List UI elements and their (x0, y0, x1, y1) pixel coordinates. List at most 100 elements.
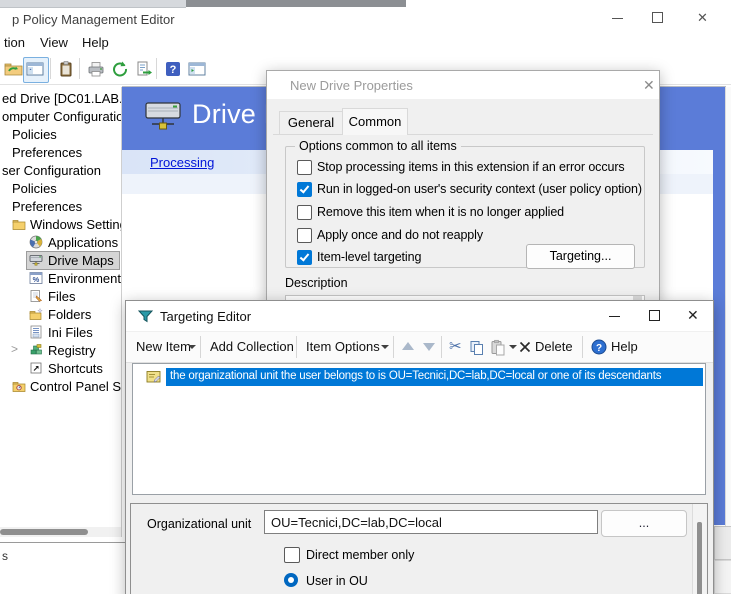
detail-panel-scrollbar[interactable] (692, 504, 706, 594)
menu-action[interactable]: tion (4, 35, 25, 50)
expand-chevron-icon[interactable]: > (11, 342, 18, 356)
detail-panel-scroll-thumb[interactable] (697, 522, 702, 594)
tree-item-computer-configuration[interactable]: omputer Configuration (0, 108, 121, 125)
targeting-maximize-button[interactable] (649, 310, 660, 321)
selected-targeting-item[interactable]: the organizational unit the user belongs… (166, 368, 703, 386)
targeting-items-list[interactable]: the organizational unit the user belongs… (132, 363, 706, 495)
background-window-edge-dark (186, 0, 406, 7)
label-remove-item: Remove this item when it is no longer ap… (317, 205, 564, 219)
tree-item-folders[interactable]: Folders (0, 306, 121, 323)
copy-icon[interactable] (469, 340, 485, 356)
new-window-icon[interactable] (187, 59, 207, 79)
delete-button[interactable]: Delete (535, 339, 573, 354)
refresh-icon[interactable] (110, 59, 130, 79)
direct-member-checkbox[interactable] (284, 547, 300, 563)
banner-right-stripe (713, 150, 725, 525)
help-icon[interactable]: ? (163, 59, 183, 79)
tree-item-registry[interactable]: > Registry (0, 342, 121, 359)
background-scroll-fragment (714, 526, 731, 560)
menu-view[interactable]: View (40, 35, 68, 50)
label-item-level-targeting: Item-level targeting (317, 250, 421, 264)
tree-item-environment[interactable]: % Environment (0, 270, 121, 287)
tree-hscrollbar[interactable] (0, 527, 121, 537)
minimize-button[interactable] (612, 18, 623, 19)
checkbox-remove-item[interactable] (297, 205, 312, 220)
cut-icon[interactable]: ✂ (449, 337, 462, 355)
item-options-button[interactable]: Item Options (306, 339, 380, 354)
properties-title: New Drive Properties (290, 78, 413, 93)
paste-icon[interactable] (490, 339, 506, 356)
shortcuts-icon (29, 361, 43, 375)
targeting-toolbar: New Item Add Collection Item Options ✂ D… (126, 332, 713, 363)
delete-icon[interactable] (519, 341, 531, 353)
window-right-scroll-area (725, 87, 731, 594)
menu-bar: tion View Help (0, 31, 731, 56)
item-options-caret-icon[interactable] (381, 345, 389, 349)
maximize-button[interactable] (652, 12, 663, 23)
close-button[interactable]: ✕ (697, 10, 708, 26)
new-item-caret-icon[interactable] (188, 345, 196, 349)
checkbox-stop-processing[interactable] (297, 160, 312, 175)
description-label: Description (285, 276, 348, 290)
direct-member-label: Direct member only (306, 548, 414, 562)
tree-item-mapped-drive[interactable]: ed Drive [DC01.LAB.LOCA (0, 90, 121, 107)
tab-common[interactable]: Common (342, 108, 408, 135)
add-collection-button[interactable]: Add Collection (210, 339, 294, 354)
checkbox-apply-once[interactable] (297, 228, 312, 243)
import-folder-icon[interactable] (4, 59, 24, 79)
properties-close-icon[interactable]: ✕ (643, 77, 655, 94)
tree-item-policies-user[interactable]: Policies (0, 180, 121, 197)
tree-item-preferences-user[interactable]: Preferences (0, 198, 121, 215)
targeting-item-text: the organizational unit the user belongs… (170, 370, 661, 382)
tree-item-preferences[interactable]: Preferences (0, 144, 121, 161)
checkbox-run-logged-on[interactable] (297, 182, 312, 197)
printer-icon[interactable] (86, 59, 106, 79)
menu-help[interactable]: Help (82, 35, 109, 50)
window-title: p Policy Management Editor (12, 12, 175, 27)
applications-icon (29, 235, 43, 249)
targeting-titlebar: Targeting Editor ✕ (126, 301, 713, 331)
tree-item-ini-files[interactable]: Ini Files (0, 324, 121, 341)
tree-item-policies[interactable]: Policies (0, 126, 121, 143)
tab-general[interactable]: General (279, 111, 343, 134)
tree-item-applications[interactable]: Applications (0, 234, 121, 251)
tree-item-drive-maps[interactable]: Drive Maps (0, 252, 121, 269)
console-tree: ed Drive [DC01.LAB.LOCA omputer Configur… (0, 87, 121, 527)
svg-text:?: ? (596, 343, 602, 354)
tree-hscroll-thumb[interactable] (0, 529, 88, 535)
folder-icon (12, 217, 26, 231)
processing-link[interactable]: Processing (150, 155, 214, 170)
tree-item-control-panel-settings[interactable]: Control Panel Sett (0, 378, 121, 395)
tree-item-shortcuts[interactable]: Shortcuts (0, 360, 121, 377)
move-down-icon[interactable] (423, 343, 435, 351)
paste-caret-icon[interactable] (509, 345, 517, 349)
tree-item-windows-settings[interactable]: Windows Settings (0, 216, 121, 233)
export-list-icon[interactable] (134, 59, 154, 79)
organizational-unit-icon (146, 369, 161, 384)
ou-label: Organizational unit (147, 517, 251, 531)
user-in-ou-radio[interactable] (284, 573, 298, 587)
ou-input[interactable] (264, 510, 598, 534)
label-stop-processing: Stop processing items in this extension … (317, 160, 625, 174)
drive-maps-icon (29, 253, 43, 267)
help-button[interactable]: Help (611, 339, 638, 354)
targeting-close-icon[interactable]: ✕ (687, 307, 699, 324)
targeting-minimize-button[interactable] (609, 316, 620, 317)
tree-item-files[interactable]: Files (0, 288, 121, 305)
console-pane-icon[interactable] (25, 59, 45, 79)
window-bottom-edge (0, 542, 125, 543)
label-apply-once: Apply once and do not reapply (317, 228, 483, 242)
move-up-icon[interactable] (402, 342, 414, 350)
checkbox-item-level-targeting[interactable] (297, 250, 312, 265)
tree-item-user-configuration[interactable]: ser Configuration (0, 162, 121, 179)
user-in-ou-label: User in OU (306, 574, 368, 588)
status-text-fragment: s (2, 549, 8, 563)
toolbar-help-icon[interactable]: ? (591, 339, 607, 355)
browse-button[interactable]: ... (601, 510, 687, 537)
folders-icon (29, 307, 43, 321)
targeting-button[interactable]: Targeting... (526, 244, 635, 269)
new-item-button[interactable]: New Item (136, 339, 191, 354)
clipboard-icon[interactable] (56, 59, 76, 79)
svg-text:?: ? (170, 64, 177, 76)
item-detail-panel: Organizational unit ... Direct member on… (130, 503, 708, 594)
